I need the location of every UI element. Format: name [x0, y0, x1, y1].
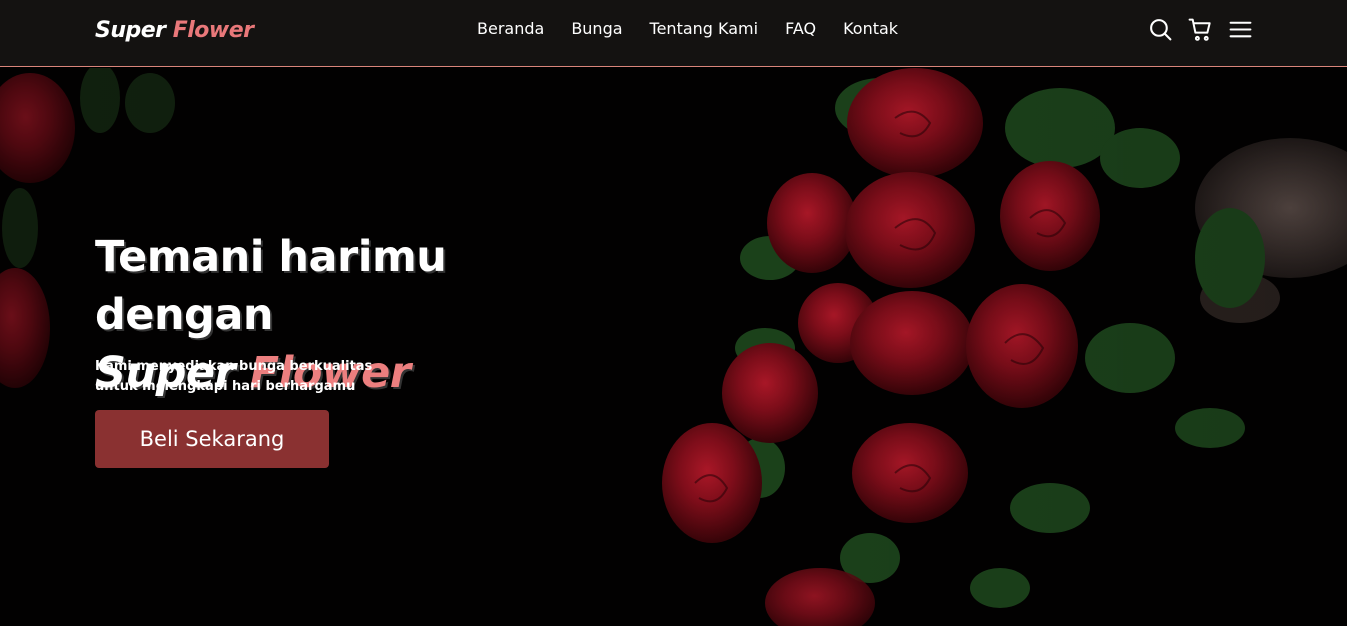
buy-now-button[interactable]: Beli Sekarang	[95, 410, 329, 468]
brand-logo-part1: Super	[95, 18, 166, 43]
hero-heading-line2: dengan	[95, 290, 273, 340]
nav-link-faq[interactable]: FAQ	[785, 19, 816, 38]
nav-link-beranda[interactable]: Beranda	[477, 19, 544, 38]
cart-icon[interactable]	[1188, 17, 1213, 42]
hero-section: Temani harimu dengan Super Flower	[0, 68, 1347, 626]
nav-link-tentang-kami[interactable]: Tentang Kami	[650, 19, 759, 38]
nav-link-bunga[interactable]: Bunga	[571, 19, 622, 38]
nav-icon-group	[1148, 17, 1253, 42]
hero-subtitle: Kami menyediakan bunga berkualitas untuk…	[95, 357, 395, 397]
brand-logo[interactable]: Super Flower	[95, 18, 254, 43]
nav-link-kontak[interactable]: Kontak	[843, 19, 898, 38]
navbar: Super Flower Beranda Bunga Tentang Kami …	[0, 0, 1347, 67]
hero-heading-line1: Temani harimu	[95, 232, 447, 282]
menu-icon[interactable]	[1228, 17, 1253, 42]
main-nav: Beranda Bunga Tentang Kami FAQ Kontak	[477, 19, 898, 38]
hero-subtitle-line2: untuk melengkapi hari berhargamu	[95, 379, 356, 394]
brand-logo-part2: Flower	[172, 18, 254, 43]
search-icon[interactable]	[1148, 17, 1173, 42]
hero-subtitle-line1: Kami menyediakan bunga berkualitas	[95, 359, 373, 374]
